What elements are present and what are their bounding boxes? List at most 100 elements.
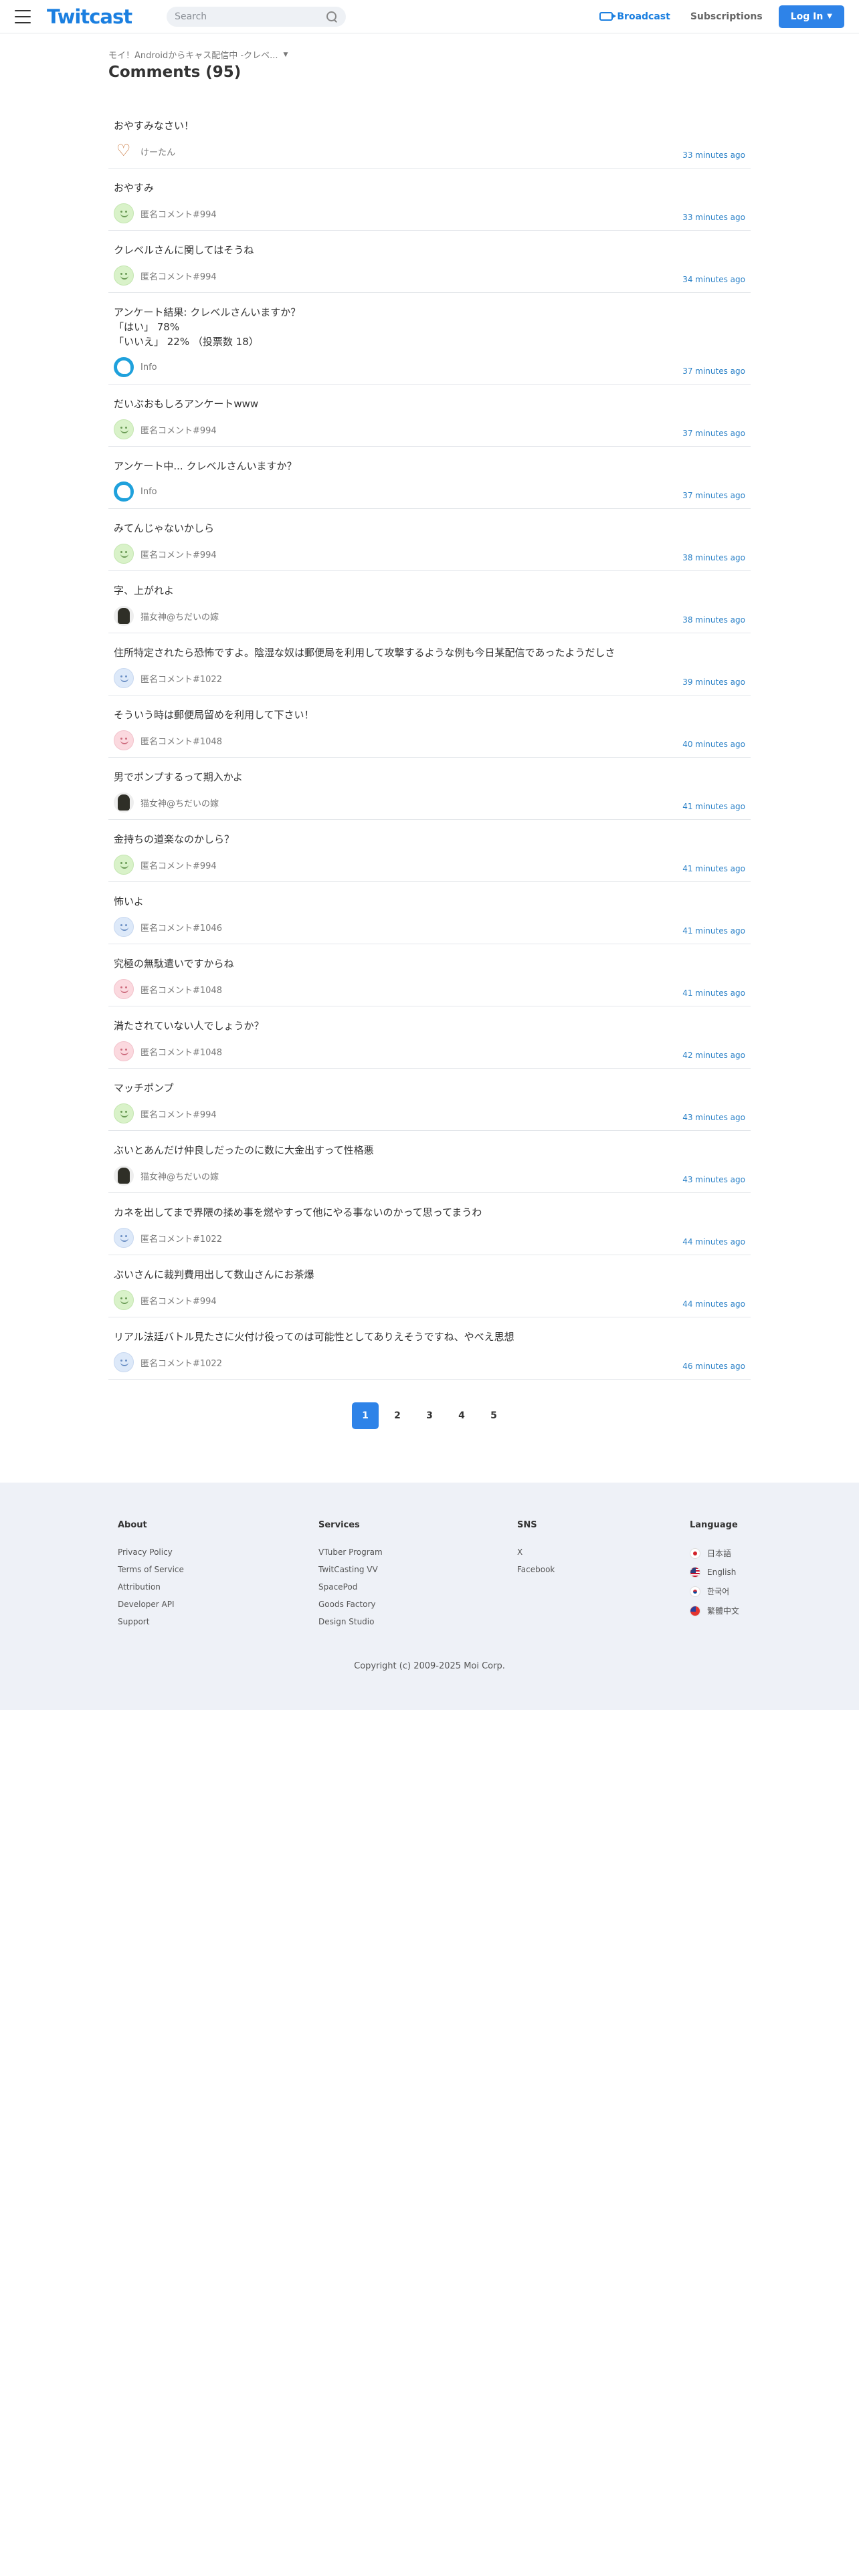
comment-username[interactable]: 猫女神@ちだいの嫁 — [140, 796, 219, 809]
comment-username[interactable]: 匿名コメント#994 — [140, 207, 217, 220]
comment-author[interactable]: 匿名コメント#1048 — [114, 979, 745, 999]
comment-username[interactable]: Info — [140, 362, 157, 372]
subscriptions-link[interactable]: Subscriptions — [690, 11, 763, 22]
comment-username[interactable]: 匿名コメント#994 — [140, 1294, 217, 1307]
avatar[interactable] — [114, 1290, 134, 1310]
comment-timestamp[interactable]: 44 minutes ago — [682, 1237, 745, 1247]
footer-link[interactable]: Support — [118, 1617, 318, 1626]
comment-username[interactable]: 匿名コメント#994 — [140, 270, 217, 282]
comment-timestamp[interactable]: 41 minutes ago — [682, 926, 745, 936]
page-button-2[interactable]: 2 — [384, 1402, 411, 1429]
comment-author[interactable]: 匿名コメント#1046 — [114, 917, 745, 937]
comment-timestamp[interactable]: 38 minutes ago — [682, 553, 745, 562]
comment-timestamp[interactable]: 46 minutes ago — [682, 1362, 745, 1371]
comment-timestamp[interactable]: 33 minutes ago — [682, 213, 745, 222]
footer-link[interactable]: Attribution — [118, 1582, 318, 1592]
search-icon[interactable] — [326, 11, 338, 23]
avatar[interactable] — [114, 141, 134, 161]
comment-timestamp[interactable]: 37 minutes ago — [682, 429, 745, 438]
comment-username[interactable]: 匿名コメント#1046 — [140, 921, 222, 934]
site-logo[interactable]: Twitcast — [47, 5, 132, 28]
avatar[interactable] — [114, 792, 134, 813]
avatar[interactable] — [114, 1041, 134, 1061]
comment-timestamp[interactable]: 34 minutes ago — [682, 275, 745, 284]
comment-timestamp[interactable]: 41 minutes ago — [682, 988, 745, 998]
comment-author[interactable]: 匿名コメント#994 — [114, 855, 745, 875]
search-bar[interactable] — [167, 6, 347, 27]
footer-link[interactable]: VTuber Program — [318, 1547, 517, 1557]
comment-timestamp[interactable]: 38 minutes ago — [682, 615, 745, 625]
comment-username[interactable]: 猫女神@ちだいの嫁 — [140, 610, 219, 623]
avatar[interactable] — [114, 606, 134, 626]
avatar[interactable] — [114, 1166, 134, 1186]
comment-username[interactable]: Info — [140, 487, 157, 497]
login-button[interactable]: Log In ▼ — [778, 5, 844, 28]
comment-author[interactable]: 猫女神@ちだいの嫁 — [114, 606, 745, 626]
avatar[interactable] — [114, 1228, 134, 1248]
comment-author[interactable]: 匿名コメント#1022 — [114, 1352, 745, 1372]
broadcast-button[interactable]: Broadcast — [599, 11, 670, 22]
footer-link[interactable]: Terms of Service — [118, 1565, 318, 1574]
comment-author[interactable]: Info — [114, 357, 745, 377]
comment-author[interactable]: 猫女神@ちだいの嫁 — [114, 792, 745, 813]
comment-username[interactable]: 猫女神@ちだいの嫁 — [140, 1170, 219, 1182]
comment-timestamp[interactable]: 39 minutes ago — [682, 677, 745, 687]
hamburger-menu-icon[interactable] — [15, 9, 31, 23]
comment-author[interactable]: 匿名コメント#994 — [114, 544, 745, 564]
page-button-5[interactable]: 5 — [480, 1402, 507, 1429]
avatar[interactable] — [114, 979, 134, 999]
footer-link[interactable]: Privacy Policy — [118, 1547, 318, 1557]
footer-link[interactable]: SpacePod — [318, 1582, 517, 1592]
comment-author[interactable]: 匿名コメント#994 — [114, 419, 745, 439]
comment-author[interactable]: 匿名コメント#1048 — [114, 1041, 745, 1061]
comment-timestamp[interactable]: 44 minutes ago — [682, 1299, 745, 1309]
footer-link[interactable]: Developer API — [118, 1600, 318, 1609]
footer-link[interactable]: Goods Factory — [318, 1600, 517, 1609]
footer-link[interactable]: TwitCasting VV — [318, 1565, 517, 1574]
comment-author[interactable]: 猫女神@ちだいの嫁 — [114, 1166, 745, 1186]
comment-author[interactable]: 匿名コメント#1022 — [114, 1228, 745, 1248]
comment-author[interactable]: 匿名コメント#994 — [114, 203, 745, 223]
avatar[interactable] — [114, 481, 134, 502]
comment-timestamp[interactable]: 33 minutes ago — [682, 150, 745, 160]
comment-author[interactable]: 匿名コメント#1022 — [114, 668, 745, 688]
comment-timestamp[interactable]: 43 minutes ago — [682, 1175, 745, 1184]
avatar[interactable] — [114, 544, 134, 564]
avatar[interactable] — [114, 917, 134, 937]
avatar[interactable] — [114, 203, 134, 223]
comment-timestamp[interactable]: 42 minutes ago — [682, 1051, 745, 1060]
footer-link-x[interactable]: X — [517, 1547, 690, 1557]
language-option-zh-tw[interactable]: 繁體中文 — [690, 1605, 739, 1616]
avatar[interactable] — [114, 265, 134, 286]
comment-author[interactable]: 匿名コメント#994 — [114, 1290, 745, 1310]
language-option-ko[interactable]: 한국어 — [690, 1586, 739, 1597]
language-option-ja[interactable]: 日本語 — [690, 1547, 739, 1559]
comment-username[interactable]: 匿名コメント#994 — [140, 1107, 217, 1120]
comment-timestamp[interactable]: 41 minutes ago — [682, 802, 745, 811]
avatar[interactable] — [114, 1352, 134, 1372]
comment-timestamp[interactable]: 37 minutes ago — [682, 366, 745, 376]
comment-author[interactable]: 匿名コメント#994 — [114, 1103, 745, 1123]
avatar[interactable] — [114, 668, 134, 688]
comment-username[interactable]: 匿名コメント#994 — [140, 423, 217, 436]
comment-author[interactable]: けーたん — [114, 141, 745, 161]
comment-timestamp[interactable]: 41 minutes ago — [682, 864, 745, 873]
comment-author[interactable]: Info — [114, 481, 745, 502]
avatar[interactable] — [114, 419, 134, 439]
footer-link[interactable]: Design Studio — [318, 1617, 517, 1626]
comment-author[interactable]: 匿名コメント#994 — [114, 265, 745, 286]
comment-username[interactable]: 匿名コメント#1048 — [140, 983, 222, 996]
comment-timestamp[interactable]: 37 minutes ago — [682, 491, 745, 500]
comment-timestamp[interactable]: 40 minutes ago — [682, 740, 745, 749]
breadcrumb-movie-title[interactable]: モイ！Androidからキャス配信中 -クレベ... — [108, 48, 278, 61]
comment-author[interactable]: 匿名コメント#1048 — [114, 730, 745, 750]
comment-username[interactable]: 匿名コメント#1022 — [140, 1232, 222, 1245]
comment-username[interactable]: 匿名コメント#1022 — [140, 672, 222, 685]
breadcrumb[interactable]: モイ！Androidからキャス配信中 -クレベ... ▼ — [108, 48, 751, 61]
page-button-3[interactable]: 3 — [416, 1402, 443, 1429]
avatar[interactable] — [114, 357, 134, 377]
comment-username[interactable]: 匿名コメント#994 — [140, 859, 217, 871]
avatar[interactable] — [114, 730, 134, 750]
comment-username[interactable]: 匿名コメント#1048 — [140, 1045, 222, 1058]
comment-timestamp[interactable]: 43 minutes ago — [682, 1113, 745, 1122]
